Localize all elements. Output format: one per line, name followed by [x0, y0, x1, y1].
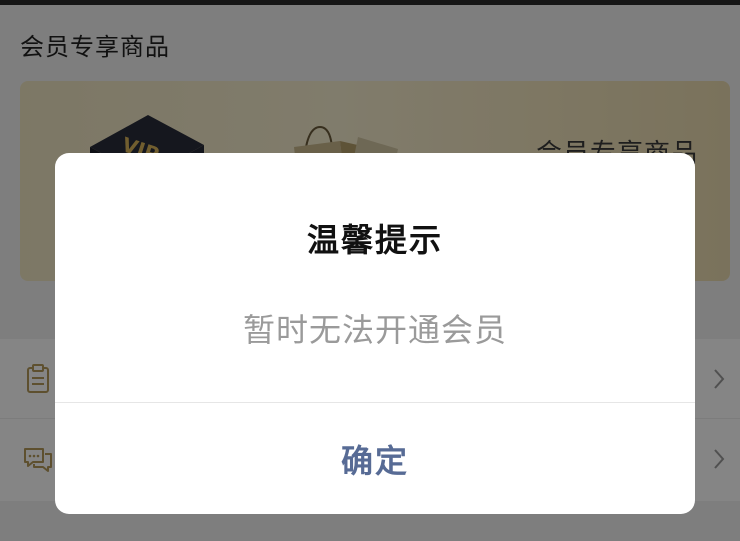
alert-dialog: 温馨提示 暂时无法开通会员 确定: [55, 153, 695, 514]
dialog-message: 暂时无法开通会员: [242, 311, 507, 349]
confirm-button[interactable]: 确定: [55, 403, 695, 514]
dialog-title: 温馨提示: [306, 221, 443, 259]
